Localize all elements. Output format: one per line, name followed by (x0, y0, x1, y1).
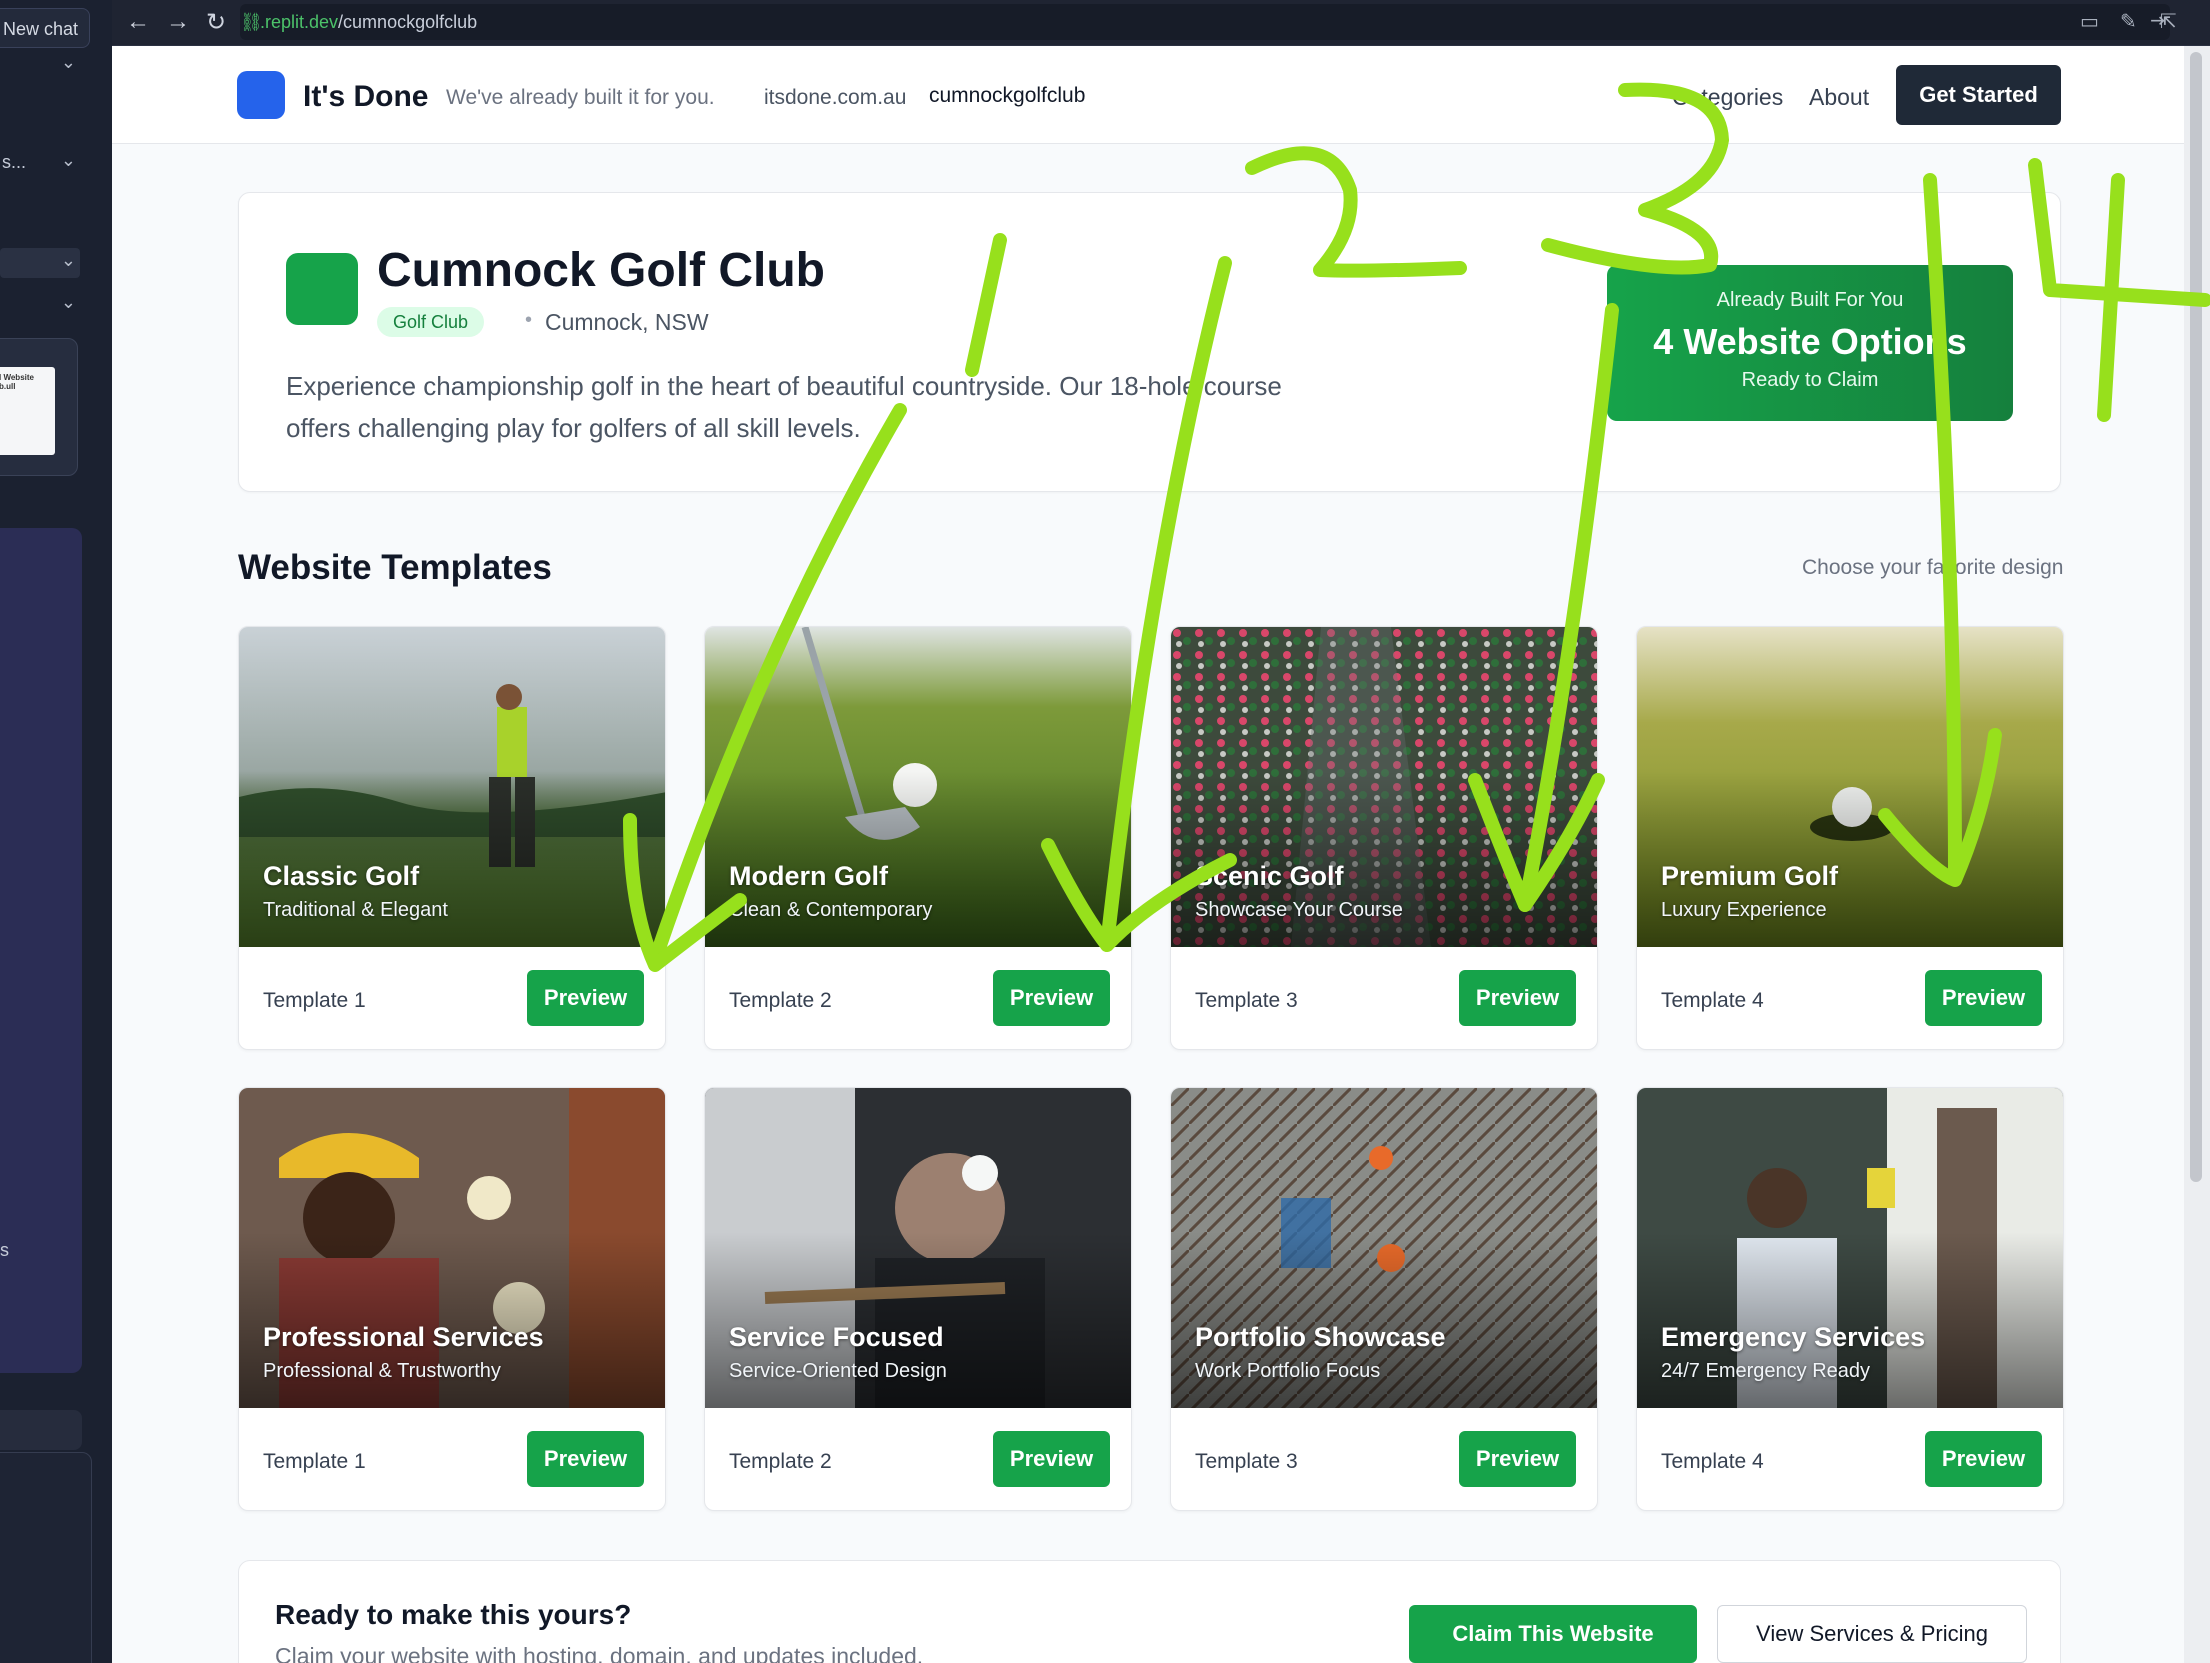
template-subtitle: Traditional & Elegant (263, 899, 448, 921)
thumbnail-caption: l Website b.ull (0, 373, 34, 391)
template-title: Service Focused (729, 1322, 944, 1352)
template-title: Classic Golf (263, 861, 420, 891)
sidebar-stray-text: s (0, 1240, 9, 1260)
template-title: Modern Golf (729, 861, 888, 891)
chevron-down-icon[interactable]: ⌄ (61, 292, 76, 313)
template-title: Professional Services (263, 1322, 544, 1352)
cta-subtitle: Claim your website with hosting, domain,… (275, 1643, 924, 1663)
new-chat-label: New chat (3, 19, 79, 39)
template-subtitle: Showcase Your Course (1195, 899, 1403, 921)
options-status: Ready to Claim (1741, 369, 1879, 391)
template-number: Template 1 (263, 989, 366, 1012)
templates-subheading: Choose your favorite design (1802, 556, 2064, 579)
preview-button[interactable]: Preview (527, 1431, 644, 1487)
claim-cta-card: Ready to make this yours? Claim your web… (238, 1560, 2061, 1663)
template-number: Template 2 (729, 1450, 832, 1473)
template-number: Template 4 (1661, 1450, 1764, 1473)
logo-icon[interactable] (237, 71, 285, 119)
separator-dot: • (525, 309, 533, 331)
brand-name[interactable]: It's Done (303, 80, 428, 114)
website-viewport: It's Done We've already built it for you… (112, 46, 2184, 1663)
template-title: Emergency Services (1661, 1322, 1926, 1352)
scrollbar-thumb[interactable] (2190, 52, 2202, 1182)
sidebar-item-label: s... (2, 152, 27, 172)
view-pricing-button[interactable]: View Services & Pricing (1717, 1605, 2027, 1663)
thumbnail-page: l Website b.ull (0, 367, 55, 455)
sidebar-panel (0, 528, 82, 1373)
business-name: Cumnock Golf Club (377, 244, 825, 297)
chevron-down-icon[interactable]: ⌄ (61, 250, 76, 271)
forward-icon[interactable]: → (166, 8, 190, 36)
template-card[interactable]: Professional Services Professional & Tru… (238, 1087, 666, 1511)
template-title: Premium Golf (1661, 861, 1839, 891)
templates-heading: Website Templates (238, 548, 552, 587)
template-subtitle: 24/7 Emergency Ready (1661, 1360, 1871, 1382)
nav-about-link[interactable]: About (1809, 84, 1869, 111)
template-card[interactable]: Premium Golf Luxury Experience Template … (1636, 626, 2064, 1050)
sidebar-bottom-panel (0, 1452, 92, 1663)
template-subtitle: Professional & Trustworthy (263, 1360, 501, 1382)
preview-button[interactable]: Preview (1925, 1431, 2042, 1487)
brand-tagline: We've already built it for you. (446, 86, 715, 109)
template-card[interactable]: Modern Golf Clean & Contemporary Templat… (704, 626, 1132, 1050)
template-number: Template 2 (729, 989, 832, 1012)
preview-button[interactable]: Preview (1459, 970, 1576, 1026)
back-icon[interactable]: ← (126, 8, 150, 36)
template-card[interactable]: Emergency Services 24/7 Emergency Ready … (1636, 1087, 2064, 1511)
template-title: Portfolio Showcase (1195, 1322, 1446, 1352)
options-eyebrow: Already Built For You (1716, 289, 1904, 311)
site-header: It's Done We've already built it for you… (112, 46, 2184, 144)
preview-button[interactable]: Preview (1459, 1431, 1576, 1487)
claim-website-button[interactable]: Claim This Website (1409, 1605, 1697, 1663)
template-card[interactable]: Scenic Golf Showcase Your Course Templat… (1170, 626, 1598, 1050)
template-subtitle: Clean & Contemporary (729, 899, 933, 921)
cta-title: Ready to make this yours? (275, 1599, 632, 1630)
preview-button[interactable]: Preview (993, 970, 1110, 1026)
template-subtitle: Service-Oriented Design (729, 1360, 947, 1382)
options-count: 4 Website Options (1653, 321, 1967, 362)
brand-domain: itsdone.com.au (764, 86, 907, 109)
business-location: Cumnock, NSW (545, 309, 709, 335)
template-card[interactable]: Portfolio Showcase Work Portfolio Focus … (1170, 1087, 1598, 1511)
preview-button[interactable]: Preview (993, 1431, 1110, 1487)
template-card[interactable]: Service Focused Service-Oriented Design … (704, 1087, 1132, 1511)
website-options-badge: Already Built For You 4 Website Options … (1607, 265, 2013, 421)
template-number: Template 3 (1195, 1450, 1298, 1473)
reload-icon[interactable]: ↻ (206, 8, 226, 37)
chevron-down-icon[interactable]: ⌄ (61, 52, 76, 73)
template-number: Template 3 (1195, 989, 1298, 1012)
chevron-down-icon[interactable]: ⌄ (61, 150, 76, 171)
get-started-button[interactable]: Get Started (1896, 65, 2061, 125)
preview-button[interactable]: Preview (527, 970, 644, 1026)
club-logo-icon (286, 253, 358, 325)
category-badge: Golf Club (377, 307, 485, 337)
new-chat-button[interactable]: New chat (0, 8, 90, 48)
url-host: .replit.dev (260, 12, 339, 32)
template-card[interactable]: Classic Golf Traditional & Elegant Templ… (238, 626, 666, 1050)
url-text: .replit.dev/cumnockgolfclub (260, 12, 477, 33)
external-link-icon[interactable]: ⇱ (2160, 9, 2177, 34)
page-scrollbar[interactable] (2184, 46, 2210, 1663)
monitor-icon[interactable]: ▭ (2080, 9, 2099, 34)
browser-toolbar: ← → ↻ ⛓ .replit.dev/cumnockgolfclub ⇥ ▭ … (112, 0, 2210, 46)
preview-button[interactable]: Preview (1925, 970, 2042, 1026)
template-number: Template 1 (263, 1450, 366, 1473)
business-hero-card: Cumnock Golf Club Golf Club • Cumnock, N… (238, 192, 2061, 492)
site-slug: cumnockgolfclub (929, 84, 1086, 107)
preview-thumbnail[interactable]: l Website b.ull (0, 338, 78, 476)
screenshot-root: New chat ⌄ s... ⌄ ⌄ ⌄ l Website b.ull s … (0, 0, 2210, 1663)
url-path: /cumnockgolfclub (338, 12, 478, 32)
nav-categories-link[interactable]: Categories (1672, 84, 1783, 111)
wrench-icon[interactable]: ✎ (2120, 9, 2137, 34)
url-bar[interactable]: ⛓ .replit.dev/cumnockgolfclub ⇥ (240, 4, 2170, 40)
template-subtitle: Work Portfolio Focus (1195, 1360, 1381, 1382)
template-title: Scenic Golf (1195, 861, 1344, 891)
template-number: Template 4 (1661, 989, 1764, 1012)
template-subtitle: Luxury Experience (1661, 899, 1827, 921)
business-description: Experience championship golf in the hear… (286, 371, 1282, 443)
left-sidebar: New chat ⌄ s... ⌄ ⌄ ⌄ l Website b.ull s (0, 0, 112, 1663)
sidebar-bottom-item[interactable] (0, 1410, 82, 1450)
